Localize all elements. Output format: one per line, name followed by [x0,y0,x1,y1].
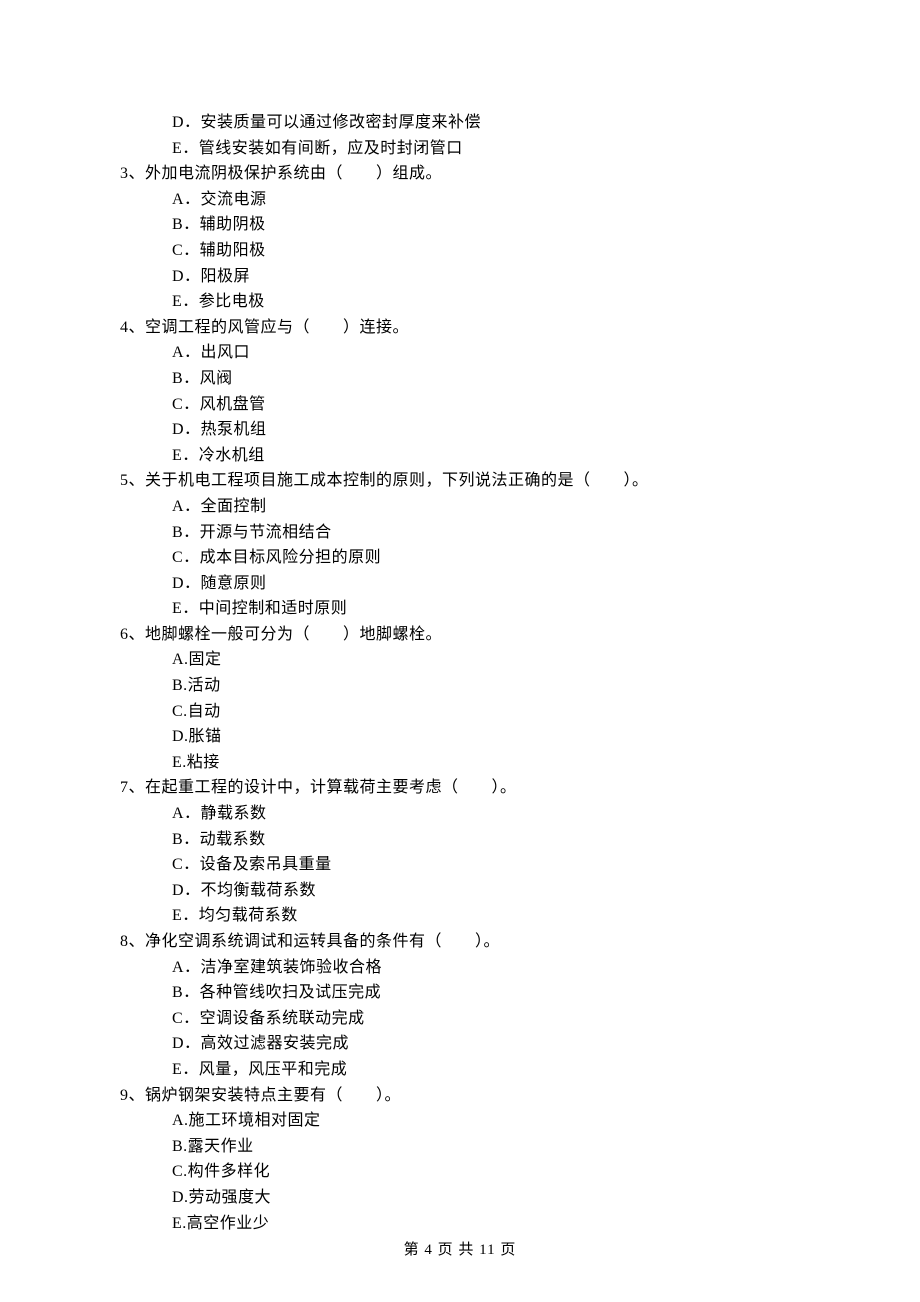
option-text: B.活动 [0,673,920,699]
question-stem: 7、在起重工程的设计中，计算载荷主要考虑（ ）。 [0,775,920,801]
option-text: E．冷水机组 [0,443,920,469]
question-stem: 5、关于机电工程项目施工成本控制的原则，下列说法正确的是（ ）。 [0,468,920,494]
option-text: D.胀锚 [0,724,920,750]
option-text: E.粘接 [0,750,920,776]
option-text: B．风阀 [0,366,920,392]
page-footer: 第 4 页 共 11 页 [0,1238,920,1262]
option-text: A．交流电源 [0,187,920,213]
option-text: D．热泵机组 [0,417,920,443]
question-stem: 6、地脚螺栓一般可分为（ ）地脚螺栓。 [0,622,920,648]
option-text: D．不均衡载荷系数 [0,878,920,904]
question-stem: 4、空调工程的风管应与（ ）连接。 [0,315,920,341]
option-text: A.固定 [0,647,920,673]
option-text: D．安装质量可以通过修改密封厚度来补偿 [0,110,920,136]
option-text: C.构件多样化 [0,1159,920,1185]
option-text: D．随意原则 [0,571,920,597]
option-text: A．全面控制 [0,494,920,520]
question-stem: 9、锅炉钢架安装特点主要有（ ）。 [0,1083,920,1109]
option-text: B．各种管线吹扫及试压完成 [0,980,920,1006]
option-text: B．动载系数 [0,827,920,853]
option-text: A．洁净室建筑装饰验收合格 [0,955,920,981]
option-text: E．中间控制和适时原则 [0,596,920,622]
option-text: C．成本目标风险分担的原则 [0,545,920,571]
option-text: E．均匀载荷系数 [0,903,920,929]
option-text: D．高效过滤器安装完成 [0,1031,920,1057]
option-text: C.自动 [0,699,920,725]
option-text: D．阳极屏 [0,264,920,290]
option-text: E．风量，风压平和完成 [0,1057,920,1083]
option-text: B.露天作业 [0,1134,920,1160]
option-text: A.施工环境相对固定 [0,1108,920,1134]
option-text: C．辅助阳极 [0,238,920,264]
option-text: A．静载系数 [0,801,920,827]
option-text: E．参比电极 [0,289,920,315]
option-text: D.劳动强度大 [0,1185,920,1211]
question-stem: 8、净化空调系统调试和运转具备的条件有（ ）。 [0,929,920,955]
option-text: C．空调设备系统联动完成 [0,1006,920,1032]
option-text: C．设备及索吊具重量 [0,852,920,878]
option-text: B．开源与节流相结合 [0,520,920,546]
option-text: A．出风口 [0,340,920,366]
option-text: C．风机盘管 [0,392,920,418]
option-text: E.高空作业少 [0,1211,920,1237]
option-text: B．辅助阴极 [0,212,920,238]
option-text: E．管线安装如有间断，应及时封闭管口 [0,136,920,162]
document-body: D．安装质量可以通过修改密封厚度来补偿 E．管线安装如有间断，应及时封闭管口 3… [0,0,920,1236]
question-stem: 3、外加电流阴极保护系统由（ ）组成。 [0,161,920,187]
